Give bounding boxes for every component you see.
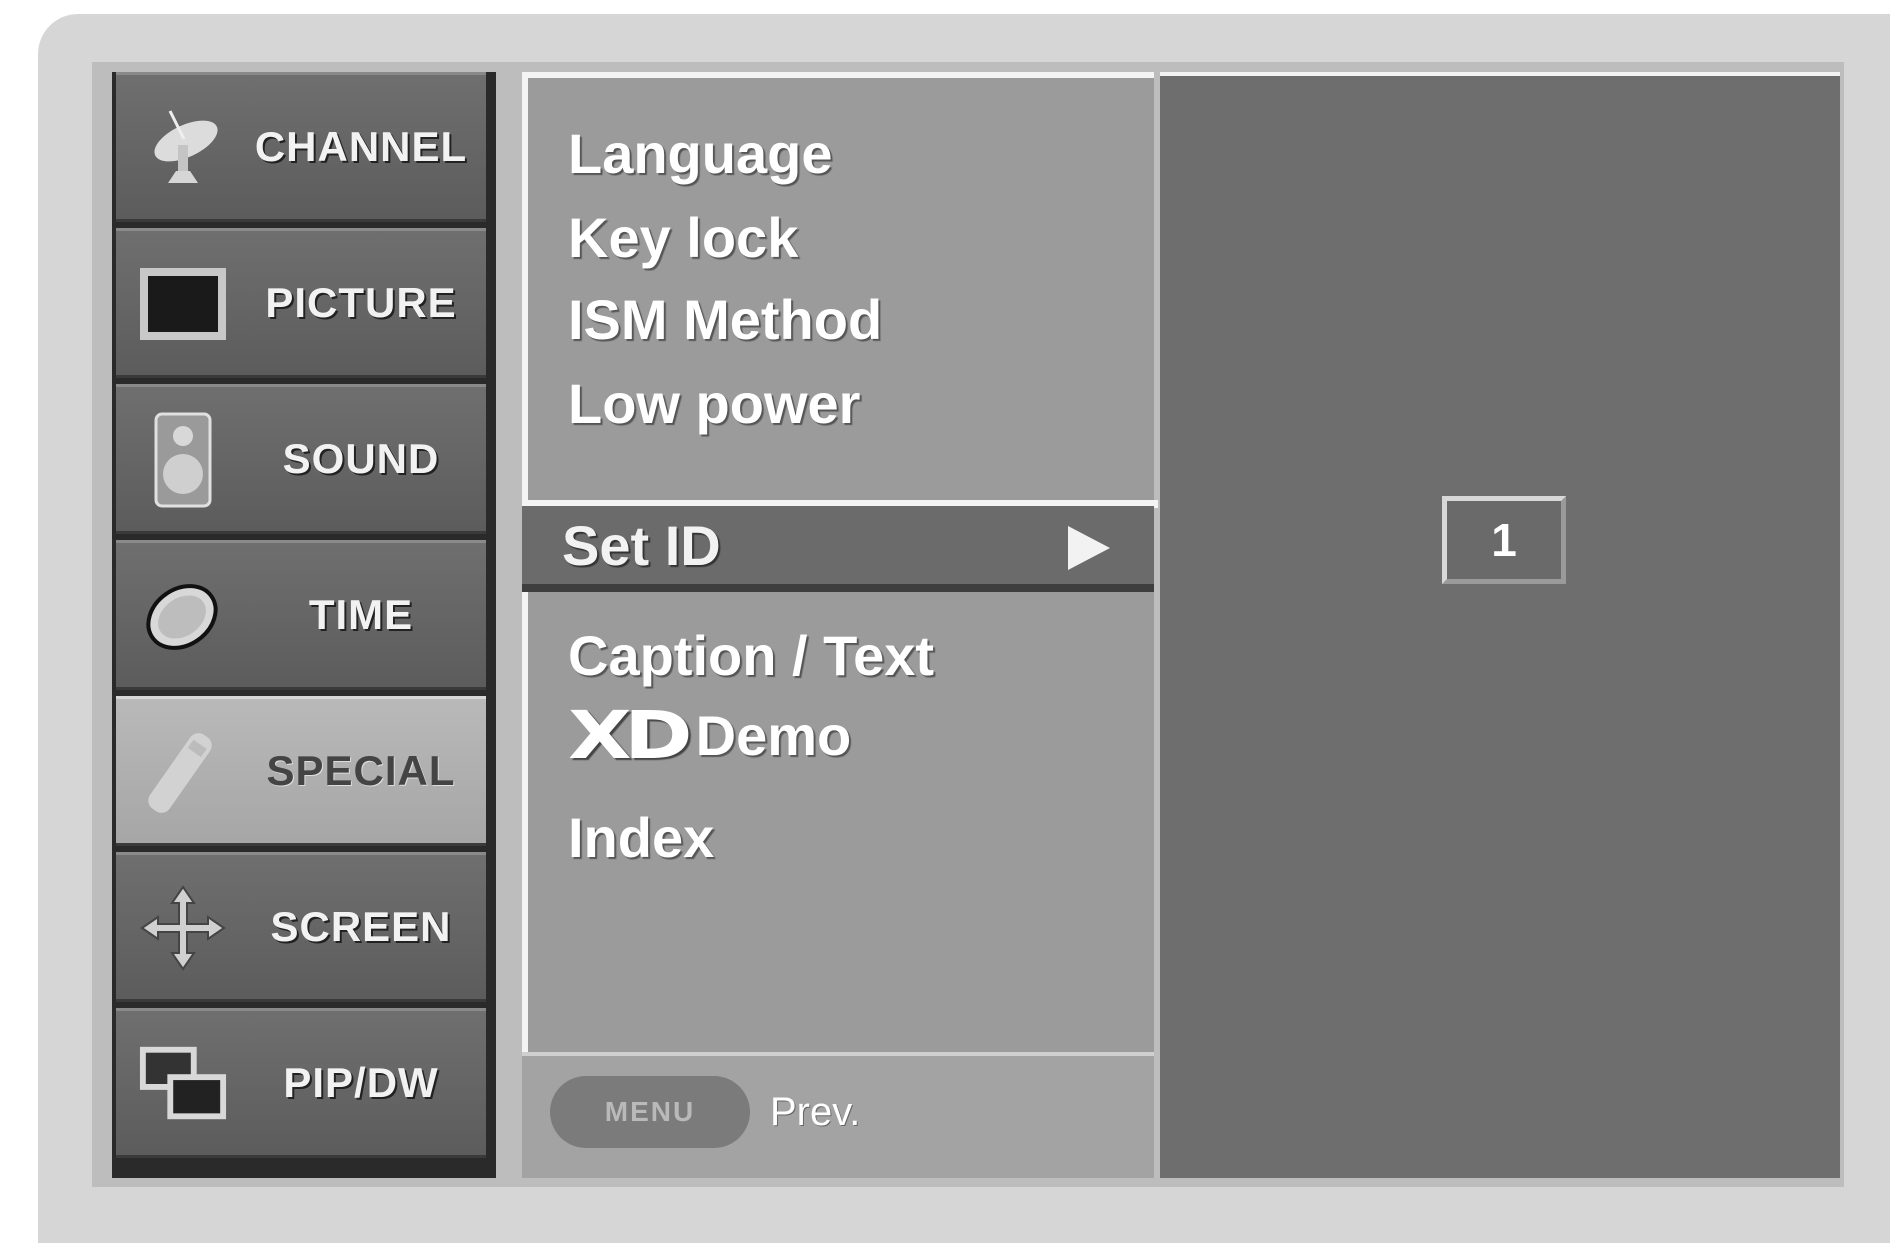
- menu-item-caption-text[interactable]: Caption / Text: [568, 610, 934, 700]
- menu-item-ism-method[interactable]: ISM Method: [568, 274, 882, 364]
- category-label: CHANNEL: [254, 123, 468, 170]
- clock-icon: [138, 571, 228, 661]
- category-pip-dw[interactable]: PIP/DW: [116, 1008, 486, 1158]
- category-label: PIP/DW: [283, 1059, 439, 1106]
- menu-item-language[interactable]: Language: [568, 108, 832, 198]
- set-id-label: Set ID: [562, 513, 721, 577]
- set-id-value-box[interactable]: 1: [1442, 496, 1566, 584]
- submenu-footer: MENU Prev.: [522, 1052, 1154, 1178]
- category-time[interactable]: TIME: [116, 540, 486, 690]
- menu-button[interactable]: MENU: [550, 1076, 750, 1148]
- satellite-dish-icon: [138, 103, 228, 193]
- value-panel: [1160, 72, 1840, 1178]
- category-special[interactable]: SPECIAL: [116, 696, 486, 846]
- menu-item-xd-demo[interactable]: XD Demo: [568, 690, 851, 780]
- menu-item-key-lock[interactable]: Key lock: [568, 192, 798, 282]
- category-picture[interactable]: PICTURE: [116, 228, 486, 378]
- category-channel[interactable]: CHANNEL: [116, 72, 486, 222]
- category-label: PICTURE: [265, 279, 457, 326]
- prev-label: Prev.: [770, 1089, 861, 1134]
- remote-control-icon: [138, 727, 228, 817]
- category-sound[interactable]: SOUND: [116, 384, 486, 534]
- move-arrows-icon: [138, 883, 228, 973]
- menu-item-set-id[interactable]: Set ID: [522, 506, 1154, 592]
- arrow-right-icon: [1068, 526, 1110, 570]
- menu-item-low-power[interactable]: Low power: [568, 358, 860, 448]
- category-column: CHANNEL PICTURE SOUND TIME SPECIAL SCREE…: [112, 72, 496, 1178]
- category-label: TIME: [308, 591, 414, 638]
- category-label: SPECIAL: [266, 747, 456, 794]
- special-submenu: Language Key lock ISM Method Low power C…: [522, 72, 1158, 1178]
- tv-screen-icon: [138, 259, 228, 349]
- category-label: SCREEN: [270, 903, 452, 950]
- category-label: SOUND: [282, 435, 440, 482]
- category-screen[interactable]: SCREEN: [116, 852, 486, 1002]
- menu-item-index[interactable]: Index: [568, 792, 714, 882]
- xd-logo: XD: [568, 696, 693, 774]
- xd-demo-label: Demo: [695, 703, 852, 767]
- pip-windows-icon: [138, 1039, 228, 1129]
- speaker-icon: [138, 412, 228, 508]
